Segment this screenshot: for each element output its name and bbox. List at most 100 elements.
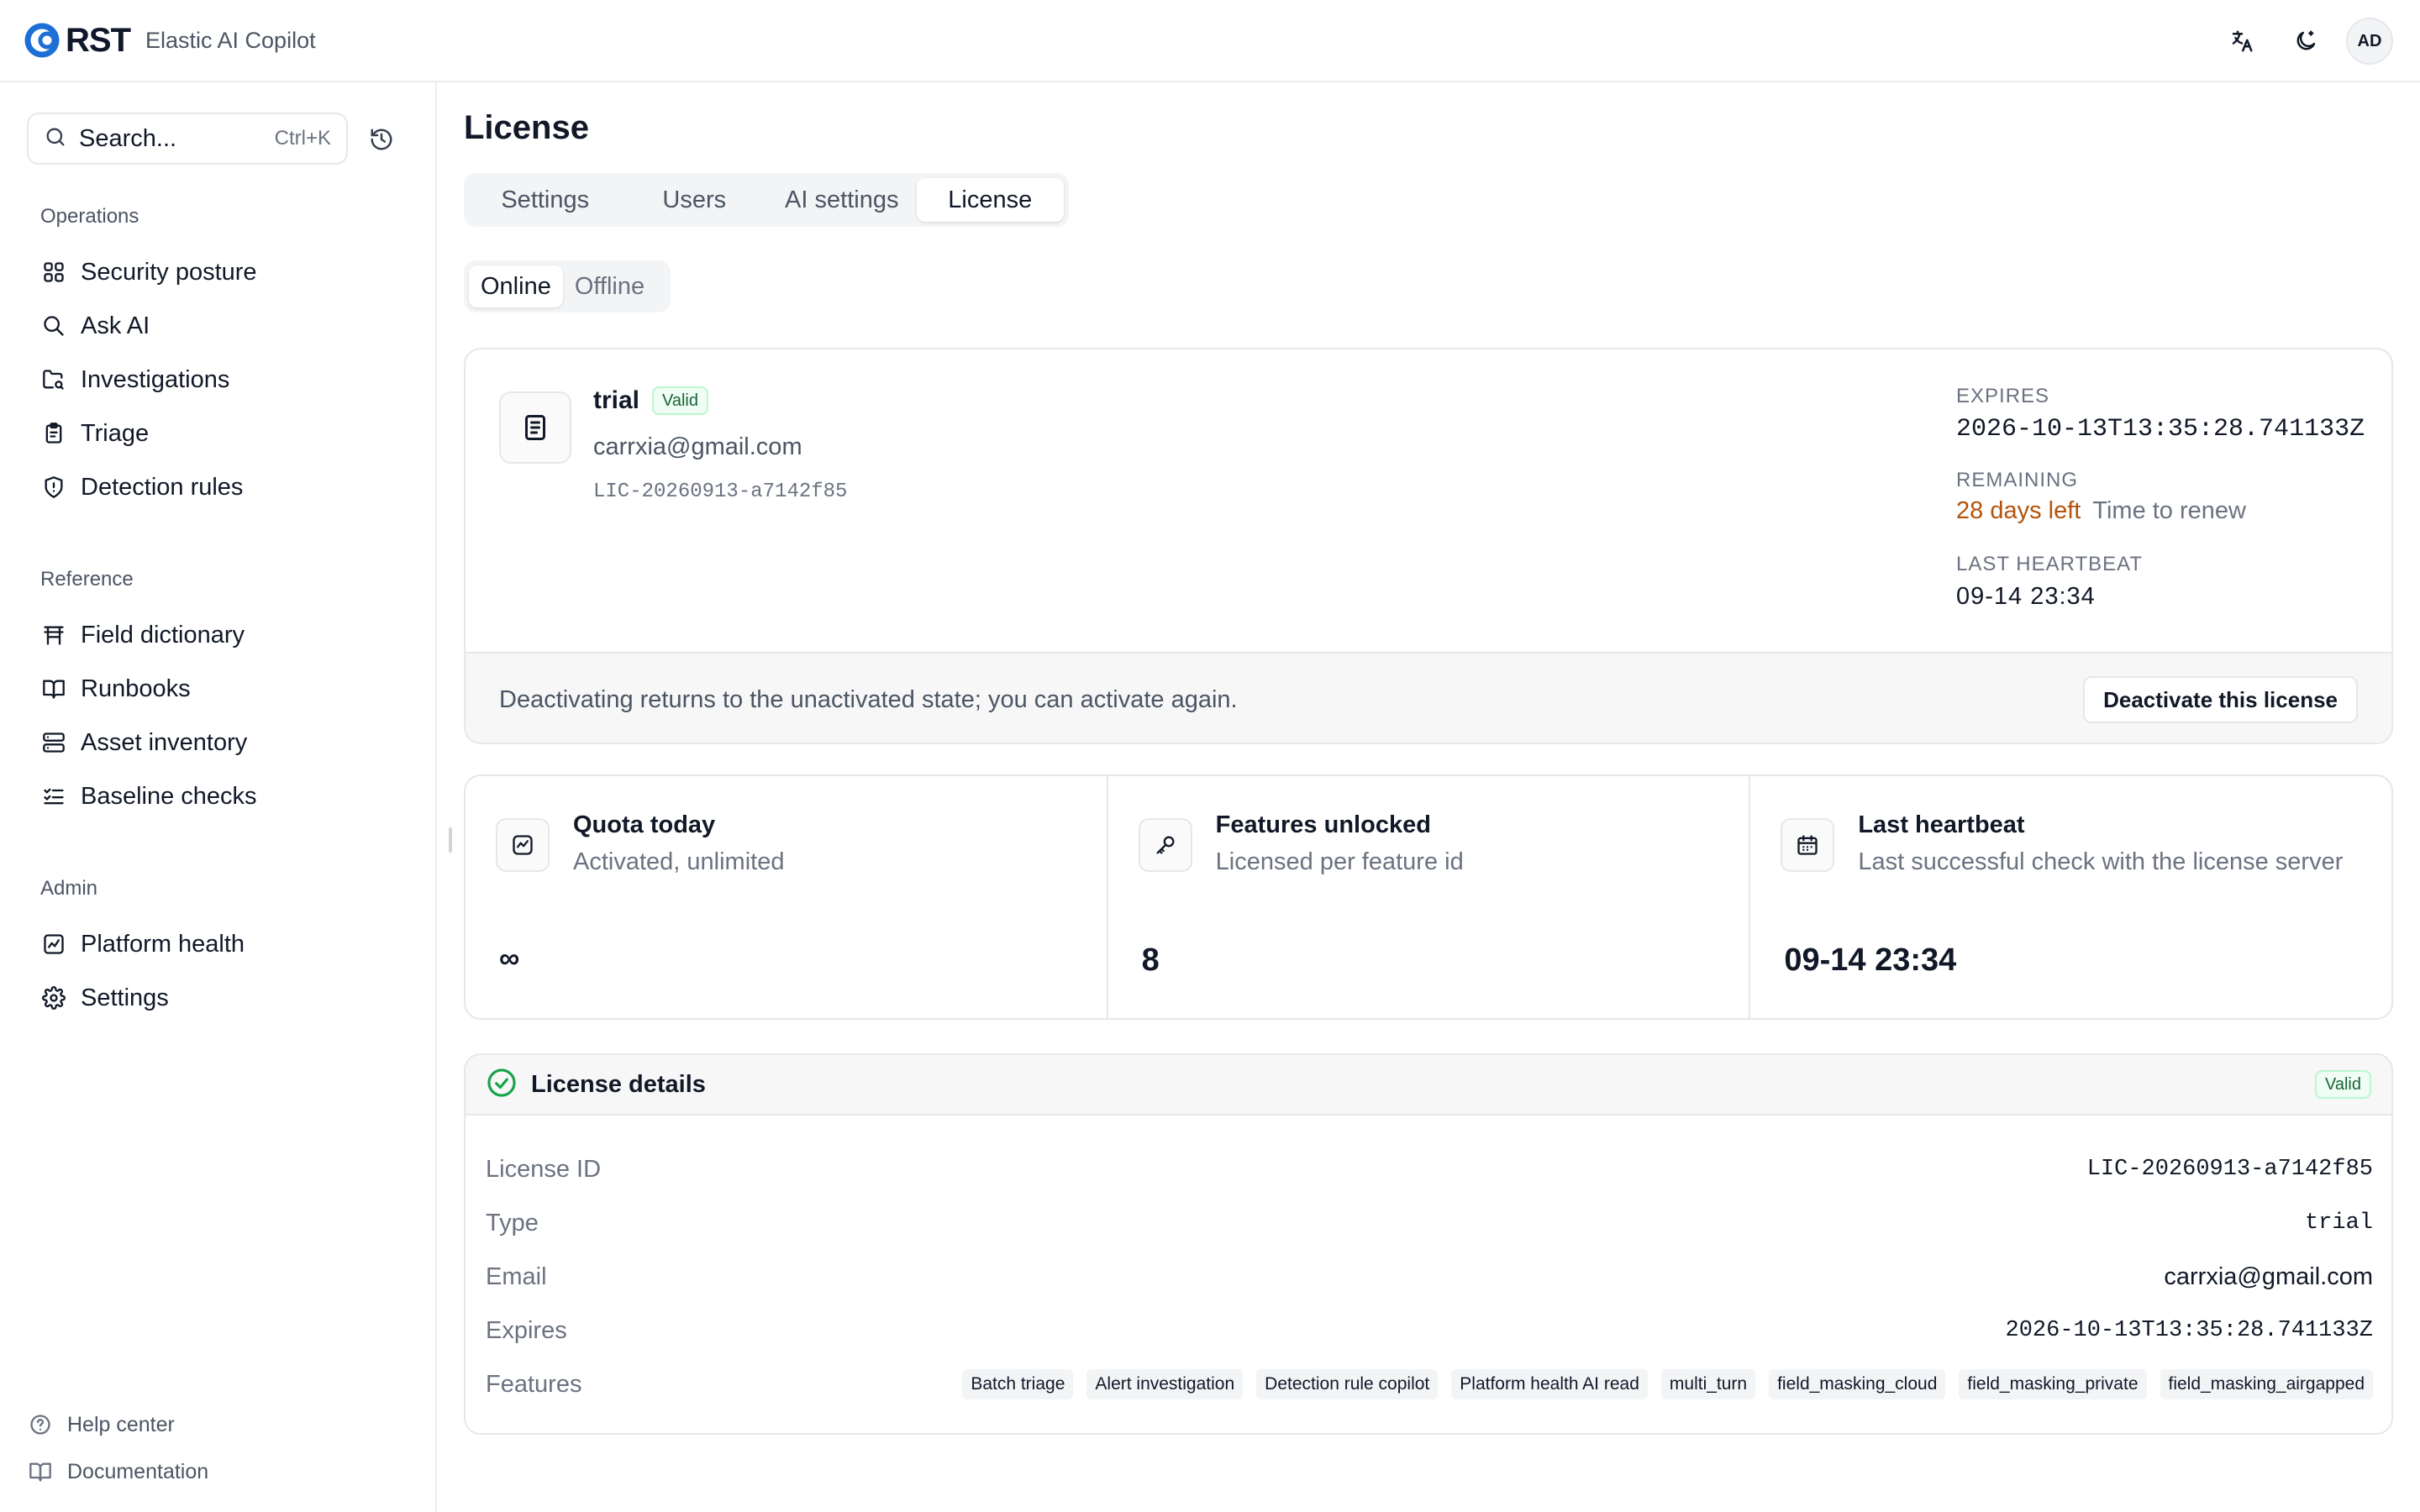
sidebar-item-baseline-checks[interactable]: Baseline checks [27, 773, 413, 820]
license-details-card: License details Valid License ID LIC-202… [464, 1053, 2393, 1435]
theme-toggle-icon[interactable] [2282, 18, 2329, 65]
feature-chips: Batch triage Alert investigation Detecti… [962, 1369, 2373, 1399]
feature-chip: Detection rule copilot [1256, 1369, 1439, 1399]
clipboard-icon [40, 420, 67, 447]
feature-chip: field_masking_cloud [1769, 1369, 1946, 1399]
section-label-operations: Operations [40, 205, 139, 228]
activity-icon [496, 818, 550, 872]
sidebar-item-label: Detection rules [81, 473, 244, 501]
tab-offline[interactable]: Offline [563, 265, 656, 307]
detail-label: Type [486, 1209, 539, 1236]
sidebar-item-label: Ask AI [81, 312, 150, 339]
expires-label: EXPIRES [1956, 385, 2050, 407]
server-icon [40, 729, 67, 756]
expires-value: 2026-10-13T13:35:28.741133Z [1956, 415, 2365, 444]
feature-chip: field_masking_airgapped [2160, 1369, 2373, 1399]
sidebar-item-label: Baseline checks [81, 782, 257, 810]
heartbeat-value: 09-14 23:34 [1956, 583, 2096, 610]
license-summary-card: trial Valid carrxia@gmail.com LIC-202609… [464, 348, 2393, 744]
sidebar-item-ask-ai[interactable]: Ask AI [27, 302, 413, 349]
tab-online[interactable]: Online [469, 265, 563, 307]
stat-subtitle: Activated, unlimited [573, 848, 785, 875]
stat-subtitle: Licensed per feature id [1215, 848, 1464, 875]
license-stats: Quota today Activated, unlimited ∞ Featu… [464, 774, 2393, 1020]
detail-value: carrxia@gmail.com [2164, 1263, 2373, 1290]
app-subtitle: Elastic AI Copilot [145, 27, 316, 53]
tab-license[interactable]: License [916, 178, 1064, 222]
top-bar: RST Elastic AI Copilot AD [0, 0, 2420, 82]
book-open-icon [40, 675, 67, 702]
sidebar: Search... Ctrl+K Operations Security pos… [0, 82, 437, 1512]
detail-value: trial [2304, 1210, 2373, 1236]
search-icon [40, 312, 67, 339]
feature-chip: Batch triage [962, 1369, 1074, 1399]
sidebar-item-security-posture[interactable]: Security posture [27, 249, 413, 296]
tab-users[interactable]: Users [621, 178, 767, 222]
chart-icon [40, 931, 67, 958]
brand-logo-icon [24, 20, 64, 60]
detail-value: 2026-10-13T13:35:28.741133Z [2005, 1318, 2373, 1343]
tab-settings[interactable]: Settings [469, 178, 621, 222]
help-center-label: Help center [67, 1412, 175, 1436]
translate-icon[interactable] [2218, 18, 2265, 65]
document-icon [499, 391, 571, 464]
sidebar-help-center[interactable]: Help center [27, 1411, 175, 1438]
feature-chip: Alert investigation [1086, 1369, 1244, 1399]
search-shortcut: Ctrl+K [274, 127, 331, 150]
tab-ai-settings[interactable]: AI settings [767, 178, 917, 222]
sidebar-documentation[interactable]: Documentation [27, 1458, 208, 1485]
search-input[interactable]: Search... Ctrl+K [27, 113, 348, 165]
deactivate-button[interactable]: Deactivate this license [2083, 676, 2358, 723]
sidebar-item-detection-rules[interactable]: Detection rules [27, 464, 413, 511]
sidebar-item-label: Asset inventory [81, 728, 248, 756]
stat-value: 8 [1141, 942, 1160, 978]
stat-title: Quota today [573, 811, 716, 838]
brand[interactable]: RST Elastic AI Copilot [24, 20, 316, 60]
detail-label: Features [486, 1370, 582, 1398]
feature-chip: multi_turn [1660, 1369, 1756, 1399]
stat-last-heartbeat: Last heartbeat Last successful check wit… [1749, 776, 2391, 1018]
sidebar-item-label: Field dictionary [81, 621, 245, 648]
heartbeat-label: LAST HEARTBEAT [1956, 553, 2144, 575]
stat-subtitle: Last successful check with the license s… [1858, 848, 2344, 875]
stat-value: 09-14 23:34 [1784, 942, 1957, 978]
detail-label: License ID [486, 1155, 602, 1183]
remaining-value: 28 days left Time to renew [1956, 497, 2246, 525]
detail-label: Expires [486, 1316, 567, 1344]
license-mode-tabs: Online Offline [464, 260, 671, 312]
sidebar-item-investigations[interactable]: Investigations [27, 356, 413, 403]
stat-title: Features unlocked [1215, 811, 1431, 838]
sidebar-item-settings[interactable]: Settings [27, 974, 413, 1021]
stat-title: Last heartbeat [1858, 811, 2025, 838]
grid-icon [40, 259, 67, 286]
page-title: License [464, 109, 589, 146]
feature-chip: field_masking_private [1959, 1369, 2147, 1399]
remaining-label: REMAINING [1956, 469, 2079, 491]
section-label-reference: Reference [40, 568, 134, 591]
sidebar-item-asset-inventory[interactable]: Asset inventory [27, 719, 413, 766]
sidebar-item-platform-health[interactable]: Platform health [27, 921, 413, 968]
sidebar-item-runbooks[interactable]: Runbooks [27, 665, 413, 712]
calendar-icon [1781, 818, 1835, 872]
sidebar-item-label: Platform health [81, 930, 245, 958]
avatar[interactable]: AD [2346, 18, 2393, 65]
gear-icon [40, 984, 67, 1011]
detail-row-license-id: License ID LIC-20260913-a7142f85 [486, 1142, 2373, 1196]
sidebar-item-label: Security posture [81, 258, 257, 286]
search-icon [44, 125, 67, 153]
sidebar-item-label: Triage [81, 419, 150, 447]
status-badge: Valid [652, 386, 708, 415]
feature-chip: Platform health AI read [1451, 1369, 1648, 1399]
sidebar-item-field-dictionary[interactable]: Field dictionary [27, 612, 413, 659]
stat-features-unlocked: Features unlocked Licensed per feature i… [1106, 776, 1749, 1018]
history-icon[interactable] [361, 119, 402, 160]
stat-value: ∞ [499, 942, 520, 974]
settings-tabs: Settings Users AI settings License [464, 173, 1069, 227]
section-label-admin: Admin [40, 877, 98, 900]
detail-row-features: Features Batch triage Alert investigatio… [486, 1357, 2373, 1411]
sidebar-resize-handle[interactable] [449, 827, 452, 853]
sidebar-item-triage[interactable]: Triage [27, 410, 413, 457]
shield-alert-icon [40, 474, 67, 501]
book-icon [27, 1458, 54, 1485]
detail-value: LIC-20260913-a7142f85 [2086, 1157, 2373, 1182]
